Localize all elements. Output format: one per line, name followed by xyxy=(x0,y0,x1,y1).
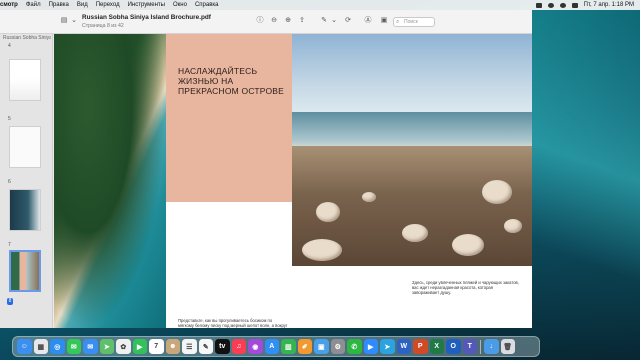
whatsapp-icon[interactable]: ✆ xyxy=(347,339,362,354)
word-icon[interactable]: W xyxy=(396,339,411,354)
freeform-icon[interactable]: ✎ xyxy=(198,339,213,354)
launchpad-icon[interactable]: ▦ xyxy=(33,339,48,354)
seashell xyxy=(302,239,342,261)
teams-icon[interactable]: T xyxy=(462,339,477,354)
maps-icon[interactable]: ➤ xyxy=(99,339,114,354)
body-paragraph: Представьте, как вы прогуливаетесь босик… xyxy=(178,318,288,328)
telegram-icon[interactable]: ➤ xyxy=(380,339,395,354)
wifi-icon[interactable] xyxy=(547,2,554,8)
sidebar-toggle-icon[interactable]: ▤ xyxy=(60,17,68,25)
search-icon[interactable] xyxy=(559,2,566,8)
seashell xyxy=(482,180,512,204)
page-thumbnail-selected[interactable] xyxy=(9,250,41,292)
reminders-icon[interactable]: ☰ xyxy=(182,339,197,354)
seashell xyxy=(452,234,484,256)
menu-bar: смотр Файл Правка Вид Переход Инструмент… xyxy=(0,0,640,10)
outlook-icon[interactable]: O xyxy=(446,339,461,354)
menu-go[interactable]: Переход xyxy=(96,2,120,8)
photo-sky xyxy=(292,34,532,122)
seashell xyxy=(316,202,340,222)
excel-icon[interactable]: X xyxy=(429,339,444,354)
numbers-icon[interactable]: ▥ xyxy=(281,339,296,354)
chevron-down-icon[interactable]: ⌄ xyxy=(330,17,338,25)
menu-app-name[interactable]: смотр xyxy=(0,2,18,8)
document-page-info: Страница 8 из 42 xyxy=(82,23,124,29)
aerial-island-photo xyxy=(54,34,166,328)
wallpaper-wave xyxy=(520,0,640,360)
appletv-icon[interactable]: tv xyxy=(215,339,230,354)
menu-view[interactable]: Вид xyxy=(77,2,88,8)
window-toolbar: ▤ ⌄ Russian Sobha Siniya Island Brochure… xyxy=(0,10,532,34)
page-thumbnail[interactable] xyxy=(9,189,41,231)
preview-window: ▤ ⌄ Russian Sobha Siniya Island Brochure… xyxy=(0,10,532,328)
search-icon: ⌕ xyxy=(396,19,400,25)
highlight-icon[interactable]: Ⓐ xyxy=(364,17,372,25)
rotate-icon[interactable]: ⟳ xyxy=(344,17,352,25)
battery-icon[interactable] xyxy=(535,2,542,8)
headline-panel xyxy=(166,34,292,202)
podcasts-icon[interactable]: ◉ xyxy=(248,339,263,354)
zoom-in-icon[interactable]: ⊕ xyxy=(284,17,292,25)
document-title: Russian Sobha Siniya Island Brochure.pdf xyxy=(82,14,211,21)
calendar-icon[interactable]: 7 xyxy=(149,339,164,354)
page-thumbnail[interactable] xyxy=(9,126,41,168)
seashell xyxy=(362,192,376,202)
seashell xyxy=(402,224,428,242)
dock: ☺ ▦ ◎ ✉ ✉ ➤ ✿ ▶ 7 ☻ ☰ ✎ tv ♫ ◉ A ▥ ✐ ▣ ⚙ ✆ ▶ ➤ W P X O T ↓ 🗑 xyxy=(12,336,540,357)
facetime-icon[interactable]: ▶ xyxy=(132,339,147,354)
beach-shells-photo xyxy=(292,34,532,266)
safari-icon[interactable]: ◎ xyxy=(50,339,65,354)
appstore-icon[interactable]: A xyxy=(264,339,279,354)
page-headline: НАСЛАЖДАЙТЕСЬ ЖИЗНЬЮ НА ПРЕКРАСНОМ ОСТРО… xyxy=(178,66,285,96)
share-icon[interactable]: ⇪ xyxy=(298,17,306,25)
page-number-label: 6 xyxy=(8,179,11,185)
selected-page-number: 8 xyxy=(7,298,13,305)
page-thumbnail[interactable] xyxy=(9,59,41,101)
markup-pen-icon[interactable]: ✎ xyxy=(320,17,328,25)
preview-icon[interactable]: ▣ xyxy=(314,339,329,354)
search-placeholder: Поиск xyxy=(404,19,418,25)
page-number-label: 4 xyxy=(8,43,11,49)
pages-icon[interactable]: ✐ xyxy=(297,339,312,354)
zoom-out-icon[interactable]: ⊖ xyxy=(270,17,278,25)
menu-edit[interactable]: Правка xyxy=(49,2,69,8)
markup-icon[interactable]: ▣ xyxy=(380,17,388,25)
pdf-page[interactable]: НАСЛАЖДАЙТЕСЬ ЖИЗНЬЮ НА ПРЕКРАСНОМ ОСТРО… xyxy=(54,34,532,328)
seashell xyxy=(504,219,522,233)
menu-tools[interactable]: Инструменты xyxy=(128,2,165,8)
music-icon[interactable]: ♫ xyxy=(231,339,246,354)
mail-icon[interactable]: ✉ xyxy=(83,339,98,354)
thumbnail-sidebar: Russian Sobha Siniya Isl... 4 5 6 7 8 xyxy=(0,34,53,328)
menu-clock[interactable]: Пт, 7 апр. 1:18 PM xyxy=(584,2,634,8)
info-icon[interactable]: ⓘ xyxy=(256,17,264,25)
control-center-icon[interactable] xyxy=(571,2,578,8)
menu-window[interactable]: Окно xyxy=(173,2,187,8)
page-number-label: 5 xyxy=(8,116,11,122)
downloads-icon[interactable]: ↓ xyxy=(484,339,499,354)
menu-file[interactable]: Файл xyxy=(26,2,41,8)
search-field[interactable]: ⌕ Поиск xyxy=(393,17,435,27)
powerpoint-icon[interactable]: P xyxy=(413,339,428,354)
finder-icon[interactable]: ☺ xyxy=(17,339,32,354)
sidebar-document-name: Russian Sobha Siniya Isl... xyxy=(3,35,51,41)
zoom-icon[interactable]: ▶ xyxy=(363,339,378,354)
chevron-down-icon[interactable]: ⌄ xyxy=(70,17,78,25)
menu-bar-status: Пт, 7 апр. 1:18 PM xyxy=(535,0,634,10)
menu-help[interactable]: Справка xyxy=(195,2,219,8)
photos-icon[interactable]: ✿ xyxy=(116,339,131,354)
settings-icon[interactable]: ⚙ xyxy=(330,339,345,354)
trash-icon[interactable]: 🗑 xyxy=(500,339,515,354)
page-number-label: 7 xyxy=(8,242,11,248)
dock-separator xyxy=(480,339,481,354)
photo-caption: Здесь, среди увлеченных пляжей и чарующи… xyxy=(412,280,519,296)
contacts-icon[interactable]: ☻ xyxy=(165,339,180,354)
messages-icon[interactable]: ✉ xyxy=(66,339,81,354)
